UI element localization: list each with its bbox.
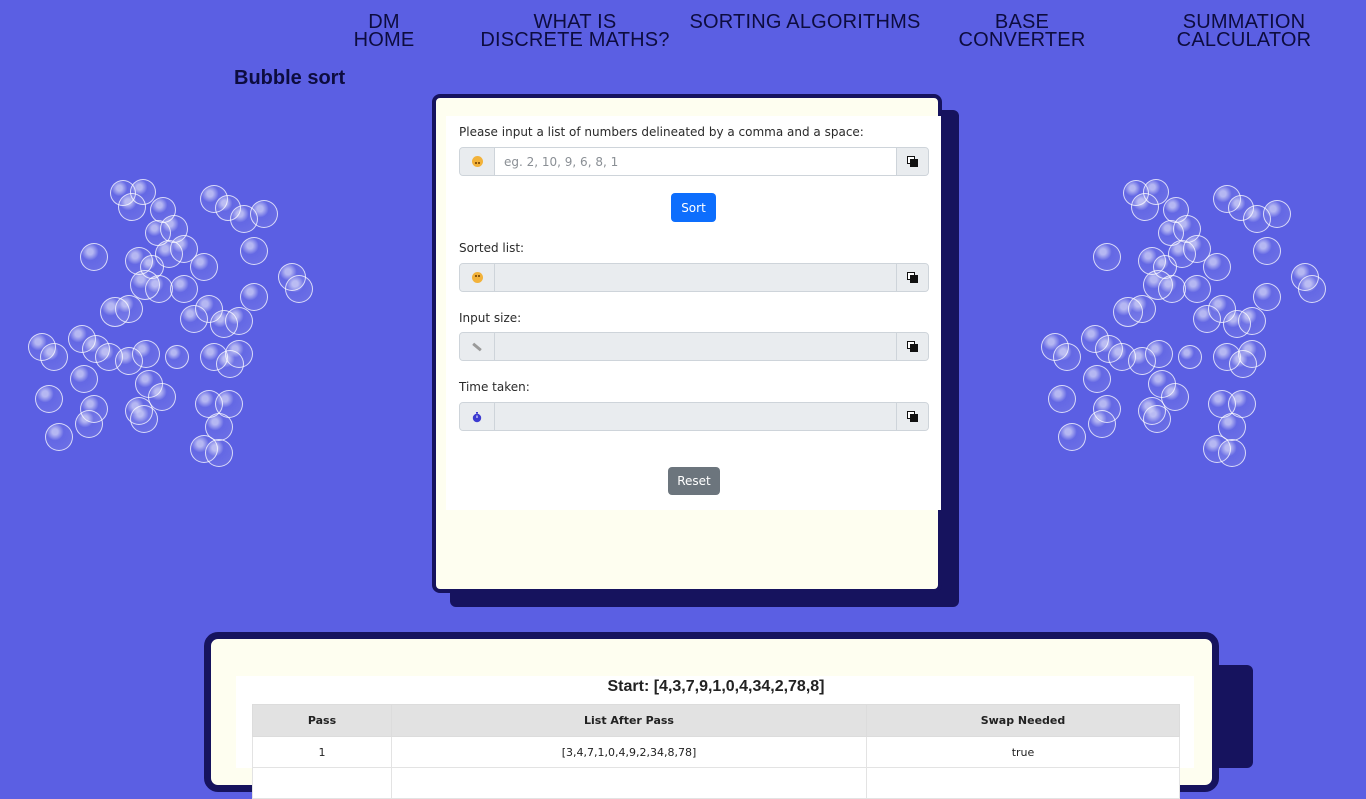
bubble-icon bbox=[1203, 253, 1231, 281]
input-list-group bbox=[459, 147, 929, 176]
time-taken-label: Time taken: bbox=[459, 380, 530, 394]
bubble-decoration-left bbox=[20, 175, 320, 475]
nav-summation-calculator[interactable]: SUMMATION CALCULATOR bbox=[1166, 12, 1322, 51]
bubble-icon bbox=[1238, 340, 1266, 368]
bubble-icon bbox=[75, 410, 103, 438]
bubble-icon bbox=[250, 200, 278, 228]
bubble-icon bbox=[1131, 193, 1159, 221]
bubble-icon bbox=[1158, 275, 1186, 303]
copy-icon bbox=[907, 341, 918, 352]
reset-button[interactable]: Reset bbox=[668, 467, 720, 495]
passes-table: Pass List After Pass Swap Needed 1 [3,4,… bbox=[252, 704, 1180, 799]
nav-label: DISCRETE MATHS? bbox=[480, 29, 670, 51]
copy-icon bbox=[907, 411, 918, 422]
input-size-group bbox=[459, 332, 929, 361]
bubble-icon bbox=[132, 340, 160, 368]
page-title: Bubble sort bbox=[234, 67, 346, 89]
nav-label: SORTING ALGORITHMS bbox=[689, 11, 921, 33]
sorted-list-group bbox=[459, 263, 929, 292]
bubble-icon bbox=[35, 385, 63, 413]
bubble-icon bbox=[1145, 340, 1173, 368]
bubble-icon bbox=[240, 237, 268, 265]
bubble-icon bbox=[225, 307, 253, 335]
table-header-row: Pass List After Pass Swap Needed bbox=[252, 704, 1180, 737]
nav-base-converter[interactable]: BASE CONVERTER bbox=[950, 12, 1094, 51]
upside-down-face-icon bbox=[460, 148, 495, 175]
bubble-icon bbox=[1053, 343, 1081, 371]
bubble-icon bbox=[130, 405, 158, 433]
bubble-icon bbox=[1183, 275, 1211, 303]
bubble-icon bbox=[115, 295, 143, 323]
bubble-icon bbox=[240, 283, 268, 311]
nav-what-is-discrete-maths[interactable]: WHAT IS DISCRETE MATHS? bbox=[475, 12, 675, 51]
bubble-icon bbox=[190, 253, 218, 281]
bubble-icon bbox=[1058, 423, 1086, 451]
stopwatch-icon bbox=[460, 403, 495, 430]
column-header: Pass bbox=[252, 704, 392, 737]
copy-icon bbox=[907, 272, 918, 283]
bubble-icon bbox=[285, 275, 313, 303]
bubble-icon bbox=[1238, 307, 1266, 335]
input-size-output[interactable] bbox=[495, 333, 896, 360]
pass-cell bbox=[252, 767, 392, 799]
time-taken-output[interactable] bbox=[495, 403, 896, 430]
pass-cell: 1 bbox=[252, 736, 392, 768]
sort-button[interactable]: Sort bbox=[671, 193, 716, 222]
table-row: 1 [3,4,7,1,0,4,9,2,34,8,78] true bbox=[252, 736, 1180, 768]
bubble-icon bbox=[1088, 410, 1116, 438]
table-row bbox=[252, 767, 1180, 799]
bubble-icon bbox=[205, 439, 233, 467]
bubble-icon bbox=[145, 275, 173, 303]
copy-size-button[interactable] bbox=[896, 333, 928, 360]
sorted-list-output[interactable] bbox=[495, 264, 896, 291]
nav-label: HOME bbox=[353, 29, 415, 51]
ruler-icon bbox=[460, 333, 495, 360]
bubble-decoration-right bbox=[1033, 175, 1333, 475]
start-list-title: Start: [4,3,7,9,1,0,4,34,2,78,8] bbox=[607, 678, 825, 695]
sorted-list-label: Sorted list: bbox=[459, 241, 525, 255]
bubble-icon bbox=[45, 423, 73, 451]
copy-input-button[interactable] bbox=[896, 148, 928, 175]
copy-icon bbox=[907, 156, 918, 167]
bubble-icon bbox=[1253, 237, 1281, 265]
nav-label: CONVERTER bbox=[958, 29, 1086, 51]
bubble-icon bbox=[118, 193, 146, 221]
bubble-icon bbox=[1298, 275, 1326, 303]
bubble-icon bbox=[1218, 439, 1246, 467]
nav-dm-home[interactable]: DM HOME bbox=[344, 12, 424, 51]
bubble-icon bbox=[1178, 345, 1202, 369]
nav-sorting-algorithms[interactable]: SORTING ALGORITHMS bbox=[684, 11, 926, 33]
input-size-label: Input size: bbox=[459, 311, 522, 325]
copy-sorted-button[interactable] bbox=[896, 264, 928, 291]
bubble-icon bbox=[1093, 243, 1121, 271]
bubble-icon bbox=[1128, 295, 1156, 323]
time-taken-group bbox=[459, 402, 929, 431]
column-header: Swap Needed bbox=[866, 704, 1180, 737]
bubble-icon bbox=[1083, 365, 1111, 393]
bubble-icon bbox=[225, 340, 253, 368]
bubble-icon bbox=[1253, 283, 1281, 311]
nav-label: CALCULATOR bbox=[1176, 29, 1312, 51]
input-label: Please input a list of numbers delineate… bbox=[459, 125, 864, 139]
list-cell bbox=[391, 767, 867, 799]
bubble-icon bbox=[70, 365, 98, 393]
numbers-input[interactable] bbox=[495, 148, 896, 175]
bubble-icon bbox=[1263, 200, 1291, 228]
neutral-face-icon bbox=[460, 264, 495, 291]
bubble-icon bbox=[1048, 385, 1076, 413]
swap-cell: true bbox=[866, 736, 1180, 768]
bubble-icon bbox=[80, 243, 108, 271]
bubble-icon bbox=[165, 345, 189, 369]
column-header: List After Pass bbox=[391, 704, 867, 737]
bubble-icon bbox=[1143, 405, 1171, 433]
list-cell: [3,4,7,1,0,4,9,2,34,8,78] bbox=[391, 736, 867, 768]
bubble-icon bbox=[170, 275, 198, 303]
swap-cell bbox=[866, 767, 1180, 799]
bubble-icon bbox=[40, 343, 68, 371]
copy-time-button[interactable] bbox=[896, 403, 928, 430]
